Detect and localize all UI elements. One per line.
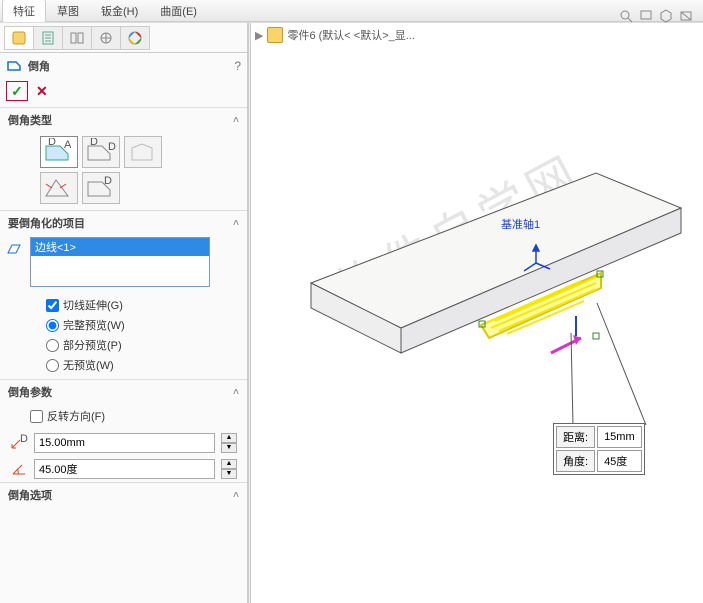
view-toolbar <box>619 9 693 23</box>
ribbon-tab-sheetmetal[interactable]: 钣金(H) <box>90 0 149 22</box>
feature-manager-tabs <box>0 23 247 53</box>
spin-down-icon[interactable]: ▼ <box>221 443 237 453</box>
section-title-items: 要倒角化的项目 <box>8 215 85 231</box>
angle-icon <box>10 460 28 478</box>
preview-partial-radio[interactable]: 部分预览(P) <box>46 337 247 353</box>
type-face-face[interactable]: D <box>82 172 120 204</box>
part-icon <box>267 27 283 43</box>
preview-none-radio[interactable]: 无预览(W) <box>46 357 247 373</box>
angle-row: ▲ ▼ <box>0 456 247 482</box>
chevron-up-icon: ˄ <box>233 115 239 126</box>
callout-dist-value[interactable]: 15mm <box>597 426 642 448</box>
section-title-type: 倒角类型 <box>8 112 52 128</box>
type-offset-face[interactable] <box>40 172 78 204</box>
help-icon[interactable]: ? <box>234 59 241 73</box>
type-vertex[interactable] <box>124 136 162 168</box>
preview-full-label: 完整预览(W) <box>63 317 125 333</box>
svg-text:D: D <box>90 138 98 148</box>
distance-icon: D <box>10 434 28 452</box>
zoom-fit-icon[interactable] <box>619 9 633 23</box>
axis-label: 基准轴1 <box>501 217 540 231</box>
reverse-option: 反转方向(F) <box>0 404 247 430</box>
svg-text:D: D <box>104 175 112 187</box>
feature-header: 倒角 ? <box>0 53 247 79</box>
section-items[interactable]: 要倒角化的项目 ˄ <box>0 210 247 235</box>
fm-tab-property[interactable] <box>33 26 63 50</box>
preview-options: 切线延伸(G) 完整预览(W) 部分预览(P) 无预览(W) <box>0 293 247 379</box>
display-style-icon[interactable] <box>679 9 693 23</box>
ribbon-tab-sketch[interactable]: 草图 <box>46 0 90 22</box>
3d-viewport[interactable]: ▶ 零件6 (默认< <默认>_显... 软件自学网 <box>251 23 703 603</box>
spin-up-icon[interactable]: ▲ <box>221 459 237 469</box>
type-distance-distance[interactable]: DD <box>82 136 120 168</box>
view-orient-icon[interactable] <box>659 9 673 23</box>
callout-dist-label: 距离: <box>556 426 595 448</box>
fm-tab-feature-tree[interactable] <box>4 26 34 50</box>
section-chamfer-type[interactable]: 倒角类型 ˄ <box>0 107 247 132</box>
selection-list[interactable]: 边线<1> <box>30 237 210 287</box>
zoom-window-icon[interactable] <box>639 9 653 23</box>
preview-full-input[interactable] <box>46 319 59 332</box>
section-title-options: 倒角选项 <box>8 487 52 503</box>
tangent-label: 切线延伸(G) <box>63 297 123 313</box>
chamfer-type-row1: DA DD <box>0 132 247 170</box>
angle-spinner[interactable]: ▲ ▼ <box>221 459 237 479</box>
breadcrumb: ▶ 零件6 (默认< <默认>_显... <box>255 27 415 43</box>
part-name[interactable]: 零件6 (默认< <默认>_显... <box>287 27 414 43</box>
chevron-up-icon: ˄ <box>233 387 239 398</box>
edge-select-icon <box>6 241 22 257</box>
fm-tab-config[interactable] <box>62 26 92 50</box>
fm-tab-appearance[interactable] <box>120 26 150 50</box>
section-params[interactable]: 倒角参数 ˄ <box>0 379 247 404</box>
svg-text:D: D <box>108 141 116 153</box>
reverse-checkbox[interactable]: 反转方向(F) <box>30 408 247 424</box>
chevron-up-icon: ˄ <box>233 218 239 229</box>
model-canvas: 基准轴1 <box>251 53 701 473</box>
angle-input[interactable] <box>34 459 215 479</box>
feature-title: 倒角 <box>28 58 50 74</box>
items-body: 边线<1> <box>0 235 247 293</box>
preview-none-label: 无预览(W) <box>63 357 114 373</box>
selection-item[interactable]: 边线<1> <box>31 238 209 256</box>
chamfer-type-row2: D <box>0 170 247 210</box>
ribbon-tab-surface[interactable]: 曲面(E) <box>149 0 208 22</box>
section-title-params: 倒角参数 <box>8 384 52 400</box>
distance-row: D ▲ ▼ <box>0 430 247 456</box>
chamfer-icon <box>6 58 22 74</box>
chevron-up-icon: ˄ <box>233 490 239 501</box>
type-angle-distance[interactable]: DA <box>40 136 78 168</box>
distance-spinner[interactable]: ▲ ▼ <box>221 433 237 453</box>
svg-text:D: D <box>20 434 28 445</box>
preview-full-radio[interactable]: 完整预览(W) <box>46 317 247 333</box>
callout-ang-value[interactable]: 45度 <box>597 450 642 472</box>
spin-down-icon[interactable]: ▼ <box>221 469 237 479</box>
section-options[interactable]: 倒角选项 ˄ <box>0 482 247 507</box>
confirm-row: ✓ ✕ <box>0 79 247 107</box>
ribbon-tabs: 特征 草图 钣金(H) 曲面(E) <box>0 0 703 22</box>
svg-text:A: A <box>64 139 72 151</box>
tangent-prop-checkbox[interactable]: 切线延伸(G) <box>46 297 247 313</box>
tangent-checkbox-input[interactable] <box>46 299 59 312</box>
ok-button[interactable]: ✓ <box>6 81 28 101</box>
spin-up-icon[interactable]: ▲ <box>221 433 237 443</box>
svg-text:D: D <box>48 138 56 148</box>
chamfer-callout[interactable]: 距离: 15mm 角度: 45度 <box>553 423 645 475</box>
preview-partial-label: 部分预览(P) <box>63 337 122 353</box>
cancel-button[interactable]: ✕ <box>32 83 52 100</box>
breadcrumb-arrow-icon[interactable]: ▶ <box>255 29 263 42</box>
fm-tab-dim[interactable] <box>91 26 121 50</box>
callout-ang-label: 角度: <box>556 450 595 472</box>
preview-partial-input[interactable] <box>46 339 59 352</box>
reverse-label: 反转方向(F) <box>47 408 105 424</box>
property-manager-panel: 倒角 ? ✓ ✕ 倒角类型 ˄ DA DD <box>0 23 248 603</box>
distance-input[interactable] <box>34 433 215 453</box>
reverse-checkbox-input[interactable] <box>30 410 43 423</box>
preview-none-input[interactable] <box>46 359 59 372</box>
ribbon-tab-feature[interactable]: 特征 <box>2 0 46 22</box>
